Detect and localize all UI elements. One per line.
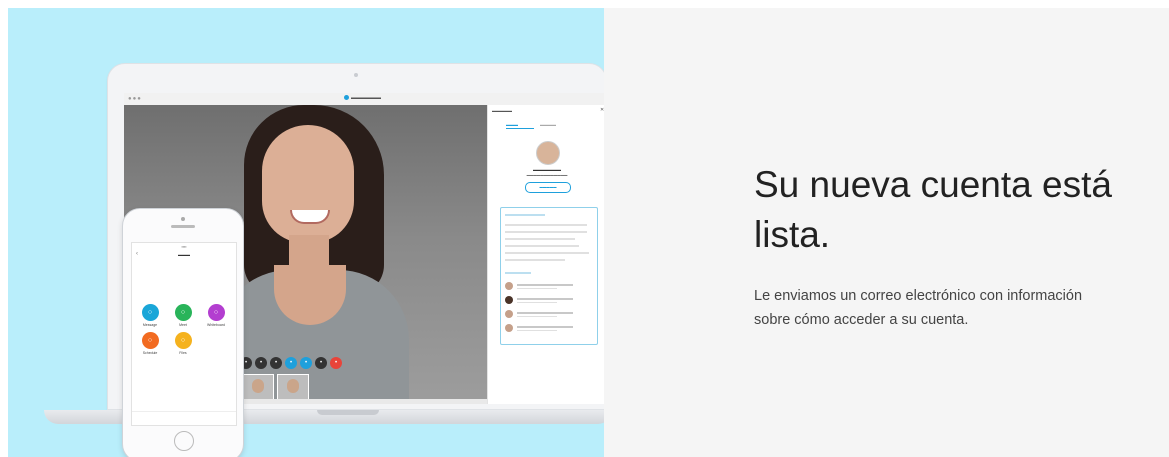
confirmation-panel: Su nueva cuenta está lista. Le enviamos … — [604, 8, 1169, 457]
call-control-icon: • — [255, 357, 267, 369]
phone-bottom-bar — [132, 411, 236, 426]
window-controls-icon: ●●● — [128, 96, 142, 102]
call-control-icon: • — [270, 357, 282, 369]
company-button: ▬▬▬▬▬ — [525, 182, 571, 193]
contact-avatar — [536, 141, 560, 165]
calendar-icon: ○ — [141, 332, 159, 349]
participant-thumbnails — [242, 374, 309, 400]
phone-app-label: Message — [142, 323, 158, 327]
directory-card — [500, 207, 598, 345]
phone-illustration: ▪▪▪▪ ‹ ▬▬▬ ○ Message ○ Meet ○ Whiteboard ○ Sche… — [122, 208, 244, 457]
page-title: Su nueva cuenta está lista. — [754, 164, 1112, 255]
phone-app-label: Meet — [179, 323, 187, 327]
call-controls: • • • • • • • — [240, 357, 342, 371]
phone-screen-title: ▬▬▬ — [178, 252, 190, 257]
card-line — [505, 231, 587, 233]
phone-app-files: ○ Files — [171, 332, 195, 355]
intelligence-sidebar: ▬▬▬▬▬ ✕ ▬▬▬ ▬▬▬▬ ▬▬▬▬▬▬▬ ▬▬▬▬▬▬▬▬▬▬▬▬ ▬▬… — [487, 105, 604, 404]
card-line — [505, 245, 579, 247]
call-control-icon: • — [300, 357, 312, 369]
laptop-notch — [317, 410, 379, 415]
phone-app-whiteboard: ○ Whiteboard — [204, 304, 228, 327]
laptop-camera — [354, 73, 358, 77]
sidebar-header: ▬▬▬▬▬ — [492, 108, 512, 113]
product-image-panel: ●●● ▬▬▬▬▬▬ • • • • • • • ▬▬▬▬▬ ✕ ▬▬▬ ▬▬▬… — [8, 8, 604, 457]
phone-app-meet: ○ Meet — [171, 304, 195, 327]
phone-status-bar: ▪▪▪▪ — [181, 245, 187, 249]
card-line — [505, 224, 587, 226]
directory-person — [505, 282, 591, 292]
contact-name: ▬▬▬▬▬▬▬ — [533, 167, 561, 172]
directory-person — [505, 310, 591, 320]
call-control-icon: • — [330, 357, 342, 369]
call-control-icon: • — [315, 357, 327, 369]
directory-person — [505, 296, 591, 306]
video-icon: ○ — [174, 304, 192, 321]
pencil-icon: ○ — [207, 304, 225, 321]
phone-app-message: ○ Message — [138, 304, 162, 327]
card-line — [505, 238, 575, 240]
phone-app-label: Whiteboard — [207, 323, 225, 327]
participant-face — [262, 125, 354, 243]
chat-icon: ○ — [141, 304, 159, 321]
sidebar-tab-active: ▬▬▬ — [506, 122, 518, 127]
contact-role: ▬▬▬▬▬▬▬▬▬▬▬▬ — [526, 173, 568, 177]
participant-thumbnail — [277, 374, 309, 400]
phone-screen: ▪▪▪▪ ‹ ▬▬▬ ○ Message ○ Meet ○ Whiteboard ○ Sche… — [131, 242, 237, 426]
sidebar-tab: ▬▬▬▬ — [540, 122, 556, 127]
participant-thumbnail — [242, 374, 274, 400]
confirmation-message: Le enviamos un correo electrónico con in… — [754, 288, 1083, 328]
participant-name-bar — [234, 399, 487, 404]
phone-camera — [181, 217, 185, 221]
home-button — [174, 431, 194, 451]
card-line — [505, 214, 545, 216]
call-control-icon: • — [285, 357, 297, 369]
phone-app-schedule: ○ Schedule — [138, 332, 162, 355]
phone-app-label: Schedule — [142, 351, 158, 355]
phone-speaker — [171, 225, 195, 228]
app-title-logo: ▬▬▬▬▬▬ — [344, 95, 381, 101]
sidebar-tabs: ▬▬▬ ▬▬▬▬ — [506, 122, 556, 127]
card-line — [505, 259, 565, 261]
card-line — [505, 252, 589, 254]
directory-person — [505, 324, 591, 334]
phone-app-label: Files — [179, 351, 187, 355]
tab-underline — [506, 128, 534, 129]
card-line — [505, 272, 531, 274]
folder-icon: ○ — [174, 332, 192, 349]
